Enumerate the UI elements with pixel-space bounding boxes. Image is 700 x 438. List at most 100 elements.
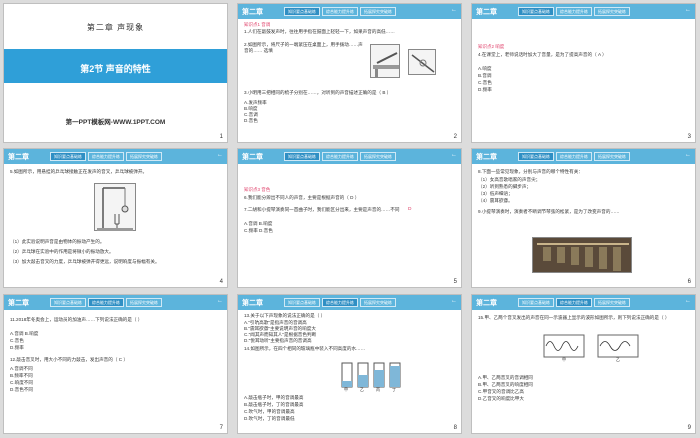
slide-thumbnail-8[interactable]: 第二章 知识要点基础练 综合能力提升练 拓展探究突破练 ← 13.关于以下声现象… [237, 294, 462, 434]
answer-mark: D [408, 207, 412, 212]
tab-advanced[interactable]: 综合能力提升练 [88, 298, 124, 307]
slide-thumbnail-5[interactable]: 第二章 知识要点基础练 综合能力提升练 拓展探究突破练 ← 知识点3 音色 6.… [237, 148, 462, 288]
bottles-figure: 甲 乙 丙 丁 [338, 355, 408, 393]
back-arrow-icon[interactable]: ← [685, 7, 691, 13]
wave-label-2: 乙 [616, 357, 620, 362]
option-d: D.音色 [244, 118, 258, 123]
tab-basic[interactable]: 知识要点基础练 [284, 298, 320, 307]
tab-extend[interactable]: 拓展探究突破练 [594, 298, 630, 307]
back-arrow-icon[interactable]: ← [217, 298, 223, 304]
slide-thumbnail-1[interactable]: 第二章 声现象 第2节 声音的特性 第一PPT模板网-WWW.1PPT.COM … [3, 3, 228, 143]
chapter-label: 第二章 [476, 300, 497, 307]
slide-header-bar: 第二章 知识要点基础练 综合能力提升练 拓展探究突破练 ← [472, 149, 695, 164]
option-d: D.音色不同 [10, 387, 33, 392]
tab-advanced[interactable]: 综合能力提升练 [556, 298, 592, 307]
slide-header-bar: 第二章 知识要点基础练 综合能力提升练 拓展探究突破练 ← [472, 295, 695, 310]
chime-bells-figure [532, 237, 632, 273]
option-c: C.响度不同 [10, 380, 33, 385]
knowledge-tag: 知识点1 音调 [244, 22, 271, 27]
sub-item-4: （4）震耳欲聋。 [478, 198, 513, 203]
option-d: D.吹气时，丁的音调最低 [244, 416, 295, 421]
tab-basic[interactable]: 知识要点基础练 [518, 7, 554, 16]
comb-figure [408, 49, 436, 75]
option-b: B.音调 [478, 73, 492, 78]
tab-extend[interactable]: 拓展探究突破练 [594, 152, 630, 161]
options-row-1: A.音调 B.响度 [244, 221, 273, 226]
back-arrow-icon[interactable]: ← [451, 7, 457, 13]
option-a: A.甲、乙两音叉的音调相同 [478, 375, 533, 380]
knowledge-tag: 知识点3 音色 [244, 187, 271, 192]
tab-advanced[interactable]: 综合能力提升练 [88, 152, 124, 161]
sub-item-1: （1）女高音歌唱家的声音尖； [478, 177, 541, 182]
question-4: 4.在课堂上，老师说话时加大了音量，是为了提高声音的（ A ） [478, 52, 607, 57]
option-b: B.甲、乙两音叉的响度相同 [478, 382, 533, 387]
back-arrow-icon[interactable]: ← [685, 152, 691, 158]
slide-number: 2 [453, 134, 457, 140]
tab-basic[interactable]: 知识要点基础练 [518, 298, 554, 307]
chapter-label: 第二章 [8, 300, 29, 307]
option-c: C.音色 [478, 80, 492, 85]
tab-advanced[interactable]: 综合能力提升练 [322, 152, 358, 161]
question-6: 6.我们能分辨出不同人的声音，主要是根据声音的（ D ） [244, 195, 360, 200]
chapter-label: 第二章 [242, 9, 263, 16]
slide-thumbnail-7[interactable]: 第二章 知识要点基础练 综合能力提升练 拓展探究突破练 ← 11.2018年冬奥… [3, 294, 228, 434]
slide-thumbnail-6[interactable]: 第二章 知识要点基础练 综合能力提升练 拓展探究突破练 ← 8.下面一些常见现象… [471, 148, 696, 288]
slide-thumbnail-4[interactable]: 第二章 知识要点基础练 综合能力提升练 拓展探究突破练 ← 5.如图所示，用悬挂… [3, 148, 228, 288]
chapter-label: 第二章 [476, 154, 497, 161]
question-15: 15.甲、乙两个音叉发出的声音在同一示波器上显示的波形如图所示，则下列说法正确的… [478, 315, 670, 320]
slide-thumbnail-2[interactable]: 第二章 知识要点基础练 综合能力提升练 拓展探究突破练 ← 知识点1 音调 1.… [237, 3, 462, 143]
comb-diagram [411, 54, 435, 73]
ruler-diagram [373, 52, 399, 78]
tab-extend[interactable]: 拓展探究突破练 [360, 152, 396, 161]
tab-basic[interactable]: 知识要点基础练 [518, 152, 554, 161]
sub-question-3: （3）加大敲击音叉的力度，乒乓球被弹开得更远，说明响度与振幅有关。 [10, 259, 160, 264]
tab-basic[interactable]: 知识要点基础练 [50, 298, 86, 307]
back-arrow-icon[interactable]: ← [217, 152, 223, 158]
options-row-2: C.音色 [10, 338, 24, 343]
chapter-label: 第二章 [476, 9, 497, 16]
question-14: 14.如图所示，在四个相同的玻璃瓶中装入不同高度的水…… [244, 346, 366, 351]
tab-extend[interactable]: 拓展探究突破练 [126, 152, 162, 161]
back-arrow-icon[interactable]: ← [451, 152, 457, 158]
knowledge-tag: 知识点2 响度 [478, 44, 505, 49]
tab-extend[interactable]: 拓展探究突破练 [360, 7, 396, 16]
options-row-3: D.频率 [10, 345, 24, 350]
tab-advanced[interactable]: 综合能力提升练 [556, 152, 592, 161]
back-arrow-icon[interactable]: ← [451, 298, 457, 304]
tab-basic[interactable]: 知识要点基础练 [284, 7, 320, 16]
question-11: 11.2018年冬奥会上，运动员的加油声……下列说法正确的是（ ） [10, 317, 143, 322]
section-title: 第2节 声音的特性 [80, 64, 151, 74]
waveform-diagram [543, 334, 639, 358]
question-5: 5.如图所示，用悬挂的乒乓球接触正在发声的音叉，乒乓球被弹开。 [10, 169, 148, 174]
tab-extend[interactable]: 拓展探究突破练 [126, 298, 162, 307]
bottle-label-4: 丁 [392, 387, 396, 392]
slide-thumbnail-3[interactable]: 第二章 知识要点基础练 综合能力提升练 拓展探究突破练 ← 知识点2 响度 4.… [471, 3, 696, 143]
wave-label-1: 甲 [562, 357, 566, 362]
tab-basic[interactable]: 知识要点基础练 [284, 152, 320, 161]
option-a: A.音调不同 [10, 366, 33, 371]
sub-item-2: （2）听到熟悉的脚步声； [478, 184, 532, 189]
option-c: C.吹气时，甲的音调最高 [244, 409, 295, 414]
bottle-label-2: 乙 [360, 387, 364, 392]
question-7: 7.二胡和小提琴演奏同一首曲子时，我们能区分出来，主要是声音的……不同 [244, 207, 400, 212]
tab-extend[interactable]: 拓展探究突破练 [360, 298, 396, 307]
option-b: B.敲击瓶子时，丁的音调最高 [244, 402, 304, 407]
slide-header-bar: 第二章 知识要点基础练 综合能力提升练 拓展探究突破练 ← [238, 149, 461, 164]
bottle-label-1: 甲 [344, 387, 348, 392]
question-2: 2.如图所示，将尺子的一端紧压在桌面上，用手拨动……声音的…… 选填 [244, 42, 363, 54]
tab-extend[interactable]: 拓展探究突破练 [594, 7, 630, 16]
tab-advanced[interactable]: 综合能力提升练 [322, 7, 358, 16]
back-arrow-icon[interactable]: ← [685, 298, 691, 304]
sub-question-2: （2）乒乓球在实验中的作用是将微小的振动放大。 [10, 249, 114, 254]
question-3: 3.小明用三把相同的梳子分别在……，对听到的声音描述正确的是（ B ） [244, 90, 392, 95]
tab-advanced[interactable]: 综合能力提升练 [556, 7, 592, 16]
slide-thumbnail-9[interactable]: 第二章 知识要点基础练 综合能力提升练 拓展探究突破练 ← 15.甲、乙两个音叉… [471, 294, 696, 434]
slide-header-bar: 第二章 知识要点基础练 综合能力提升练 拓展探究突破练 ← [472, 4, 695, 19]
option-d: D.频率 [478, 87, 492, 92]
cover-subtitle: 第一PPT模板网-WWW.1PPT.COM [65, 119, 166, 126]
options-row-2: C.频率 D.音色 [244, 228, 273, 233]
tab-advanced[interactable]: 综合能力提升练 [322, 298, 358, 307]
tab-basic[interactable]: 知识要点基础练 [50, 152, 86, 161]
slide-number: 9 [687, 425, 691, 431]
cover-top-area: 第二章 声现象 [4, 4, 227, 44]
